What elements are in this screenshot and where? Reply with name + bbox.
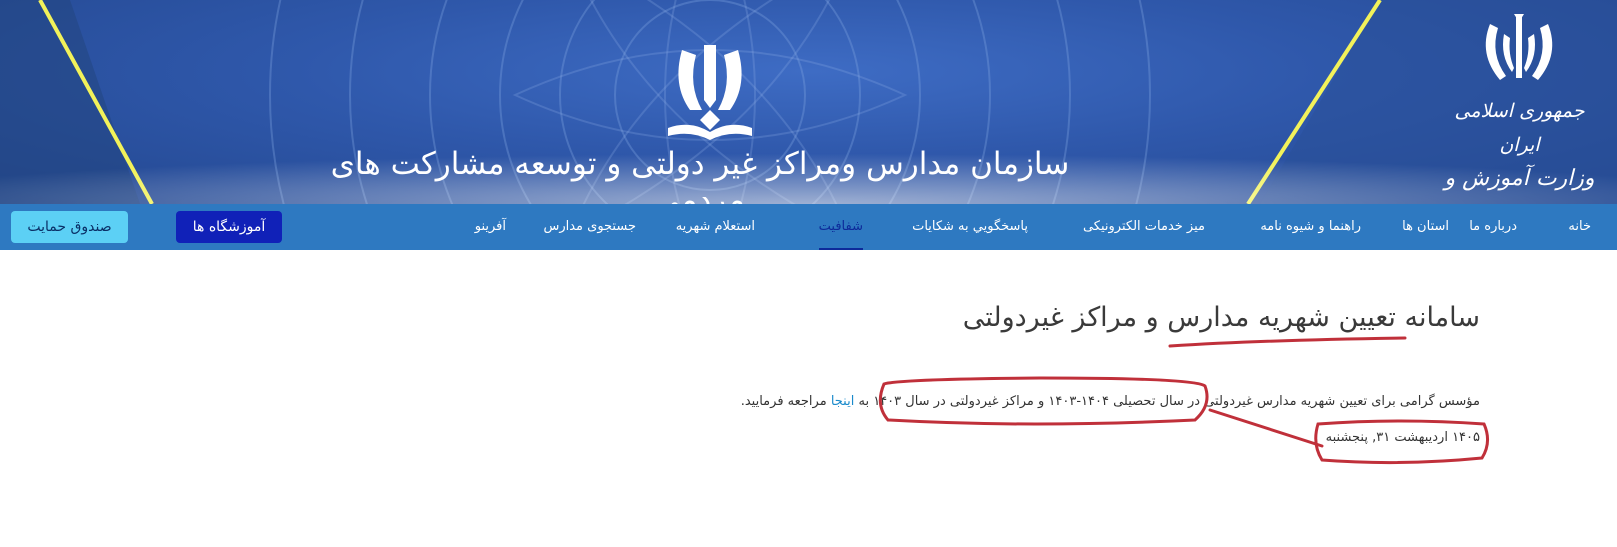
nav-item-e-services[interactable]: میز خدمات الکترونیکی xyxy=(1083,204,1205,250)
nav-item-afarino[interactable]: آفرینو xyxy=(475,204,506,250)
organization-logo-icon xyxy=(668,45,752,140)
nav-item-transparency[interactable]: شفافیت xyxy=(818,204,863,250)
intro-text: مؤسس گرامی برای تعیین شهریه مدارس غیردول… xyxy=(854,394,1480,409)
intro-text-end: مراجعه فرمایید. xyxy=(740,394,831,409)
date-label: ۱۴۰۵ اردیبهشت ۳۱, پنجشنبه xyxy=(1325,430,1480,445)
intro-paragraph: مؤسس گرامی برای تعیین شهریه مدارس غیردول… xyxy=(741,394,1480,409)
here-link[interactable]: اینجا xyxy=(831,394,855,409)
support-fund-button[interactable]: صندوق حمایت xyxy=(11,211,128,243)
nav-item-about[interactable]: درباره ما xyxy=(1469,204,1517,250)
connector-line-annotation xyxy=(1208,408,1324,448)
ministry-line-2: وزارت آموزش و پرورش xyxy=(1444,166,1595,204)
page-title: سامانه تعیین شهریه مدارس و مراکز غیردولت… xyxy=(962,302,1480,333)
nav-item-complaints[interactable]: پاسخگويي به شکايات xyxy=(912,204,1028,250)
iran-emblem-icon xyxy=(1485,14,1553,80)
nav-item-home[interactable]: خانه xyxy=(1568,204,1591,250)
title-underline-annotation xyxy=(1168,336,1407,348)
nav-item-provinces[interactable]: استان ها xyxy=(1402,204,1449,250)
ministry-line-1: جمهوری اسلامی ایران xyxy=(1454,100,1585,156)
nav-item-school-search[interactable]: جستجوی مدارس xyxy=(543,204,636,250)
header-banner: سازمان مدارس ومراکز غیر دولتی و توسعه مش… xyxy=(0,0,1617,204)
ministry-wordmark: جمهوری اسلامی ایران وزارت آموزش و پرورش xyxy=(1432,94,1607,204)
nav-item-tuition-inquiry[interactable]: استعلام شهریه xyxy=(676,204,755,250)
organization-title: سازمان مدارس ومراکز غیر دولتی و توسعه مش… xyxy=(330,146,1070,204)
schools-button[interactable]: آموزشگاه ها xyxy=(176,211,282,243)
nav-item-guide[interactable]: راهنما و شیوه نامه xyxy=(1260,204,1361,250)
